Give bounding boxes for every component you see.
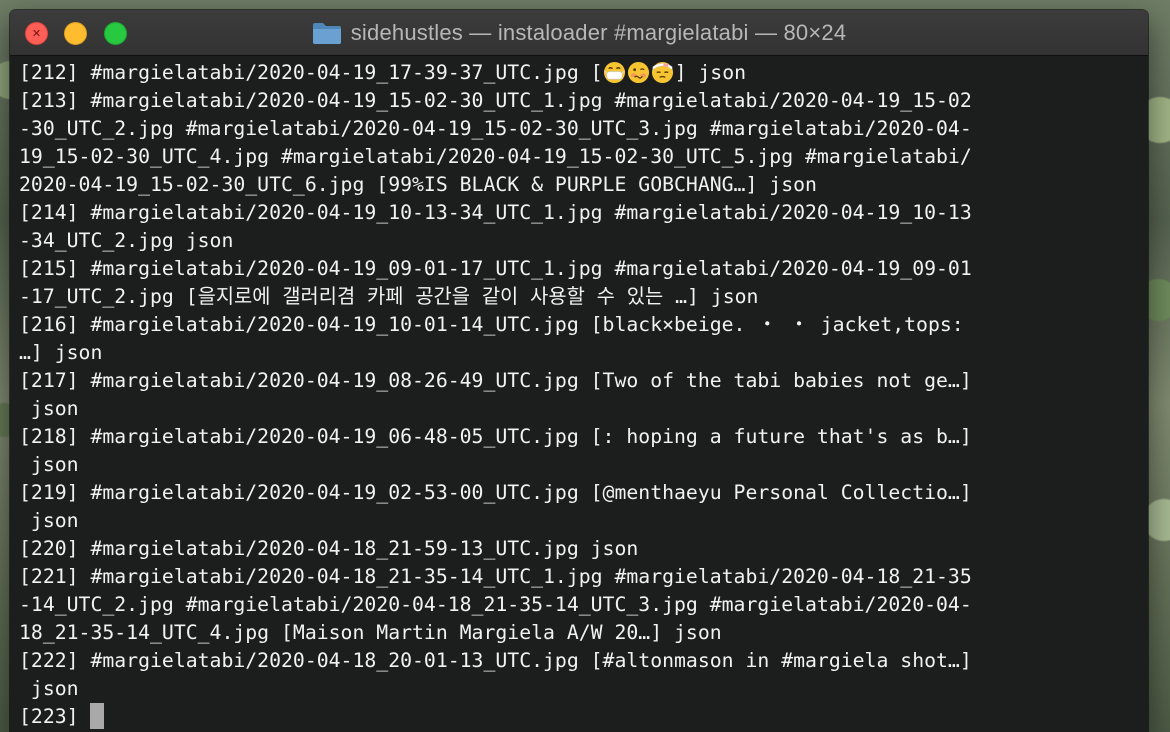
terminal-cursor [90, 703, 105, 729]
folder-icon [312, 21, 342, 45]
terminal-line: [221] #margielatabi/2020-04-18_21-35-14_… [19, 565, 972, 588]
window-title: sidehustles — instaloader #margielatabi … [350, 19, 847, 45]
terminal-line: -30_UTC_2.jpg #margielatabi/2020-04-19_1… [19, 117, 972, 140]
terminal-line: [217] #margielatabi/2020-04-19_08-26-49_… [19, 369, 972, 392]
terminal-line: 19_15-02-30_UTC_4.jpg #margielatabi/2020… [19, 145, 972, 168]
terminal-line: [222] #margielatabi/2020-04-18_20-01-13_… [19, 649, 972, 672]
title-bar[interactable]: ✕ sidehustles — instaloader #margielatab… [10, 10, 1148, 56]
terminal-line: [213] #margielatabi/2020-04-19_15-02-30_… [19, 89, 972, 112]
terminal-line: [214] #margielatabi/2020-04-19_10-13-34_… [19, 201, 972, 224]
face-with-medical-mask-emoji [603, 61, 625, 84]
terminal-prompt-line[interactable]: [223] [19, 703, 1148, 731]
terminal-line: json [19, 677, 79, 700]
terminal-output[interactable]: [212] #margielatabi/2020-04-19_17-39-37_… [10, 56, 1148, 732]
terminal-line: json [19, 397, 79, 420]
terminal-line: [220] #margielatabi/2020-04-18_21-59-13_… [19, 537, 639, 560]
terminal-window: ✕ sidehustles — instaloader #margielatab… [10, 10, 1148, 732]
terminal-line: 18_21-35-14_UTC_4.jpg [Maison Martin Mar… [19, 621, 722, 644]
window-title-group: sidehustles — instaloader #margielatabi … [10, 10, 1148, 55]
terminal-line-text: ] json [674, 61, 747, 84]
terminal-line: -17_UTC_2.jpg [을지로에 갤러리겸 카페 공간을 같이 사용할 수… [19, 285, 759, 308]
terminal-line-text: [212] #margielatabi/2020-04-19_17-39-37_… [19, 61, 603, 84]
terminal-line-text: [223] [19, 705, 91, 728]
terminal-line: json [19, 509, 79, 532]
woozy-face-emoji [627, 61, 649, 84]
terminal-line: -14_UTC_2.jpg #margielatabi/2020-04-18_2… [19, 593, 972, 616]
face-with-head-bandage-emoji [651, 61, 673, 84]
terminal-line: json [19, 453, 79, 476]
terminal-line: [216] #margielatabi/2020-04-19_10-01-14_… [19, 313, 964, 336]
terminal-line: [219] #margielatabi/2020-04-19_02-53-00_… [19, 481, 972, 504]
terminal-line: -34_UTC_2.jpg json [19, 229, 234, 252]
terminal-line: …] json [19, 341, 103, 364]
terminal-line: [212] #margielatabi/2020-04-19_17-39-37_… [19, 59, 1148, 87]
terminal-line: [215] #margielatabi/2020-04-19_09-01-17_… [19, 257, 972, 280]
terminal-line: [218] #margielatabi/2020-04-19_06-48-05_… [19, 425, 972, 448]
terminal-line: 2020-04-19_15-02-30_UTC_6.jpg [99%IS BLA… [19, 173, 817, 196]
